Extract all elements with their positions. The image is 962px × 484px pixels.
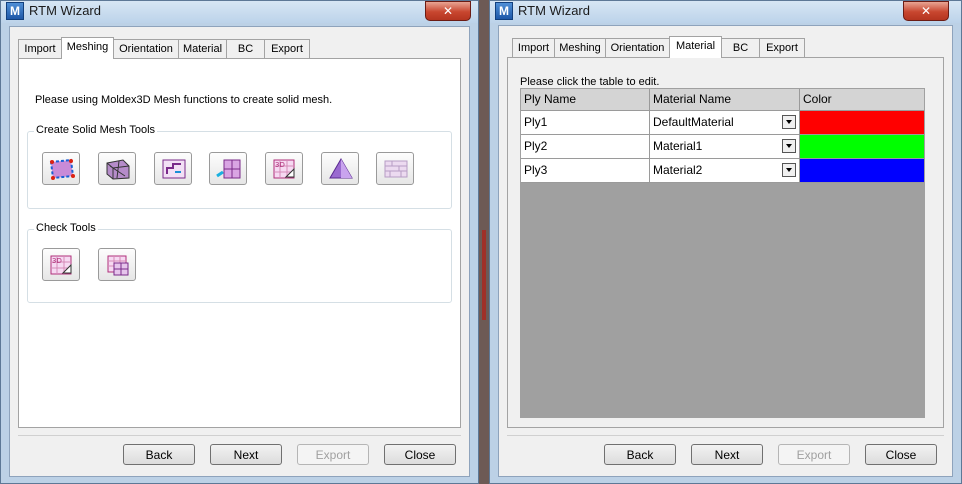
tab-orientation[interactable]: Orientation: [605, 38, 670, 57]
solid-mesh-tool-7-button[interactable]: [376, 152, 414, 185]
column-header-material-name[interactable]: Material Name: [650, 89, 800, 111]
info-text: Please using Moldex3D Mesh functions to …: [35, 94, 333, 106]
material-name-value: Material1: [653, 139, 703, 153]
window-title: RTM Wizard: [518, 3, 590, 18]
tab-bc[interactable]: BC: [721, 38, 760, 57]
ply-name-cell[interactable]: Ply1: [521, 111, 650, 135]
edit-hint: Please click the table to edit.: [520, 76, 660, 88]
svg-text:3D: 3D: [52, 257, 62, 265]
tab-export[interactable]: Export: [264, 39, 310, 58]
column-header-ply-name[interactable]: Ply Name: [521, 89, 650, 111]
title-bar: M RTM Wizard: [490, 1, 961, 23]
moldex-icon: M: [6, 2, 24, 20]
meshing-panel: Please using Moldex3D Mesh functions to …: [18, 58, 461, 428]
footer-divider: [18, 435, 461, 436]
color-swatch[interactable]: [800, 135, 924, 159]
material-name-cell[interactable]: DefaultMaterial: [650, 111, 800, 135]
group-label: Create Solid Mesh Tools: [34, 124, 158, 136]
tab-import[interactable]: Import: [512, 38, 555, 57]
table-row[interactable]: Ply1 DefaultMaterial: [521, 111, 924, 135]
tab-export[interactable]: Export: [759, 38, 805, 57]
solid-mesh-tool-6-button[interactable]: [321, 152, 359, 185]
layer-mesh-icon: [384, 160, 408, 178]
dialog-client: Import Meshing Orientation Material BC E…: [498, 25, 953, 477]
export-button[interactable]: Export: [778, 444, 850, 465]
create-solid-mesh-group: Create Solid Mesh Tools 3D: [27, 124, 452, 209]
tab-meshing[interactable]: Meshing: [61, 37, 114, 59]
window-close-button[interactable]: ✕: [425, 1, 471, 21]
group-label: Check Tools: [34, 222, 98, 234]
ply-name-cell[interactable]: Ply2: [521, 135, 650, 159]
mesh-check-icon: [107, 255, 129, 276]
ply-name-cell[interactable]: Ply3: [521, 159, 650, 183]
export-button[interactable]: Export: [297, 444, 369, 465]
rtm-wizard-window-material: M RTM Wizard ✕ Import Meshing Orientatio…: [489, 0, 962, 484]
moldex-icon: M: [495, 2, 513, 20]
material-name-cell[interactable]: Material2: [650, 159, 800, 183]
solid-mesh-tool-1-button[interactable]: [42, 152, 80, 185]
background-gap: [479, 0, 489, 484]
table-row[interactable]: Ply2 Material1: [521, 135, 924, 159]
dropdown-arrow-icon[interactable]: [782, 139, 796, 153]
tab-material[interactable]: Material: [669, 36, 722, 58]
back-button[interactable]: Back: [123, 444, 195, 465]
solid-mesh-icon: [49, 158, 75, 180]
check-tools-group: Check Tools 3D: [27, 222, 452, 303]
dropdown-arrow-icon[interactable]: [782, 163, 796, 177]
material-table[interactable]: Ply Name Material Name Color Ply1 Defaul…: [520, 88, 925, 418]
tab-orientation[interactable]: Orientation: [113, 39, 179, 58]
tab-import[interactable]: Import: [18, 39, 62, 58]
column-header-color[interactable]: Color: [800, 89, 924, 111]
3d-check-icon: 3D: [50, 255, 72, 275]
window-close-button[interactable]: ✕: [903, 1, 949, 21]
tab-material[interactable]: Material: [178, 39, 227, 58]
back-button[interactable]: Back: [604, 444, 676, 465]
grid-split-icon: [216, 159, 241, 179]
footer-divider: [507, 435, 944, 436]
3d-mesh-icon: 3D: [273, 159, 295, 179]
solid-mesh-tool-5-button[interactable]: 3D: [265, 152, 303, 185]
next-button[interactable]: Next: [691, 444, 763, 465]
close-button[interactable]: Close: [384, 444, 456, 465]
material-name-value: Material2: [653, 163, 703, 177]
tab-bc[interactable]: BC: [226, 39, 265, 58]
tetra-mesh-icon: [329, 158, 353, 179]
window-title: RTM Wizard: [29, 3, 101, 18]
solid-mesh-tool-4-button[interactable]: [209, 152, 247, 185]
check-tool-1-button[interactable]: 3D: [42, 248, 80, 281]
dialog-client: Import Meshing Orientation Material BC E…: [9, 26, 470, 477]
dropdown-arrow-icon[interactable]: [782, 115, 796, 129]
rtm-wizard-window-meshing: M RTM Wizard ✕ Import Meshing Orientatio…: [0, 0, 479, 484]
title-bar: M RTM Wizard: [1, 1, 478, 23]
table-row[interactable]: Ply3 Material2: [521, 159, 924, 183]
check-tool-2-button[interactable]: [98, 248, 136, 281]
solid-mesh-tool-3-button[interactable]: [154, 152, 192, 185]
boundary-mesh-icon: [162, 159, 186, 179]
color-swatch[interactable]: [800, 111, 924, 135]
material-name-value: DefaultMaterial: [653, 115, 734, 129]
volume-mesh-icon: [106, 159, 130, 180]
material-name-cell[interactable]: Material1: [650, 135, 800, 159]
close-button[interactable]: Close: [865, 444, 937, 465]
svg-text:3D: 3D: [275, 161, 285, 169]
color-swatch[interactable]: [800, 159, 924, 183]
next-button[interactable]: Next: [210, 444, 282, 465]
solid-mesh-tool-2-button[interactable]: [98, 152, 136, 185]
tab-meshing[interactable]: Meshing: [554, 38, 606, 57]
